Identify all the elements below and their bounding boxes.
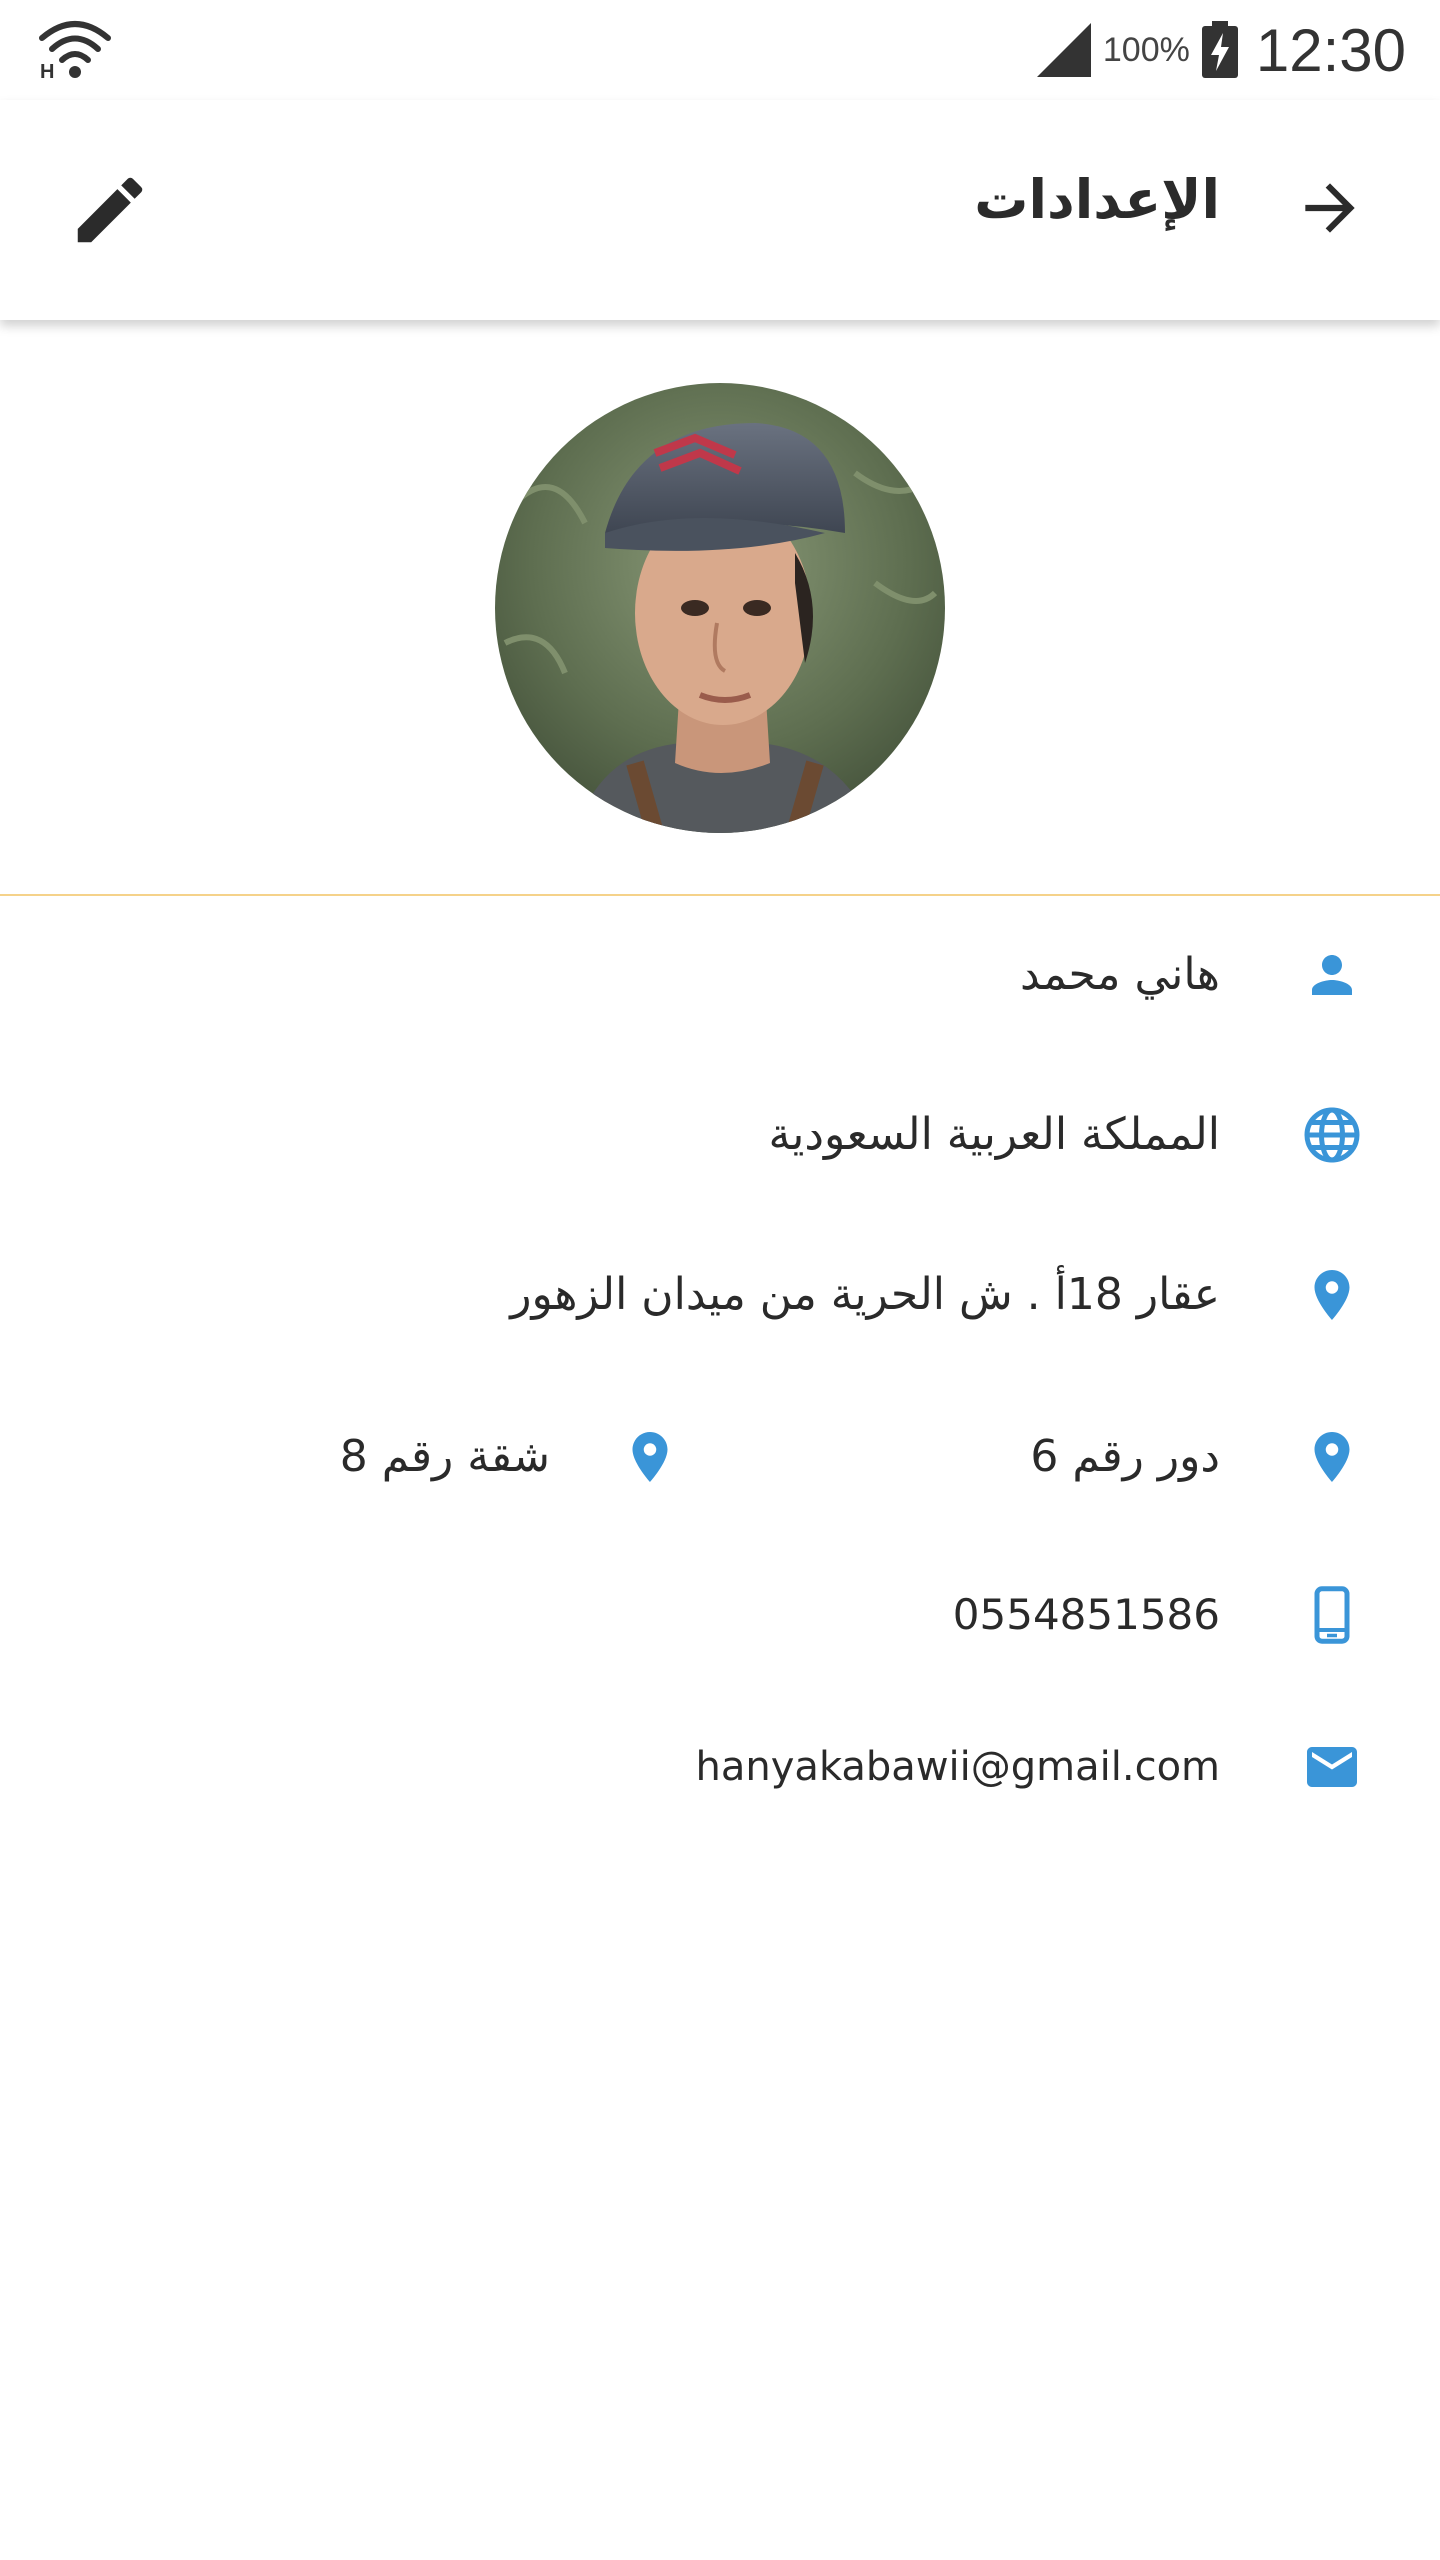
battery-charging-icon <box>1201 21 1238 78</box>
svg-text:H: H <box>40 61 54 80</box>
phone-value: 0554851586 <box>952 1590 1220 1639</box>
status-bar: H 100% 12:30 <box>0 0 1440 100</box>
pencil-icon <box>77 177 143 243</box>
info-row-country: المملكة العربية السعودية <box>0 1080 1440 1190</box>
address-value: عقار 18أ . ش الحرية من ميدان الزهور <box>510 1269 1220 1320</box>
cell-signal-icon <box>1036 23 1091 77</box>
info-row-phone: 0554851586 <box>0 1560 1440 1670</box>
globe-icon <box>1304 1107 1360 1163</box>
arrow-forward-icon <box>1305 183 1355 233</box>
info-row-address: عقار 18أ . ش الحرية من ميدان الزهور <box>0 1240 1440 1350</box>
clock: 12:30 <box>1255 16 1406 84</box>
avatar[interactable] <box>495 383 945 833</box>
email-icon <box>1307 1747 1357 1787</box>
name-value: هاني محمد <box>1019 949 1220 1000</box>
location-pin-icon <box>632 1432 668 1482</box>
edit-button[interactable] <box>60 160 160 260</box>
info-row-email: hanyakabawii@gmail.com <box>0 1712 1440 1822</box>
info-row-floor-apartment: دور رقم 6 شقة رقم 8 <box>0 1402 1440 1512</box>
person-icon <box>1312 955 1352 995</box>
back-button[interactable] <box>1282 160 1378 256</box>
floor-value: دور رقم 6 <box>1030 1431 1220 1482</box>
smartphone-icon <box>1314 1586 1350 1644</box>
apartment-value: شقة رقم 8 <box>339 1431 550 1482</box>
wifi-icon: H <box>39 21 111 80</box>
app-bar: الإعدادات <box>0 100 1440 320</box>
email-value: hanyakabawii@gmail.com <box>695 1744 1220 1790</box>
page-title: الإعدادات <box>974 168 1220 231</box>
battery-percent: 100% <box>1102 30 1190 69</box>
user-avatar-photo <box>495 383 945 833</box>
status-indicators: 100% 12:30 <box>1035 14 1406 86</box>
location-pin-icon <box>1314 1270 1350 1320</box>
info-row-name: هاني محمد <box>0 920 1440 1030</box>
location-pin-icon <box>1314 1432 1350 1482</box>
country-value: المملكة العربية السعودية <box>768 1109 1220 1160</box>
divider <box>0 894 1440 896</box>
